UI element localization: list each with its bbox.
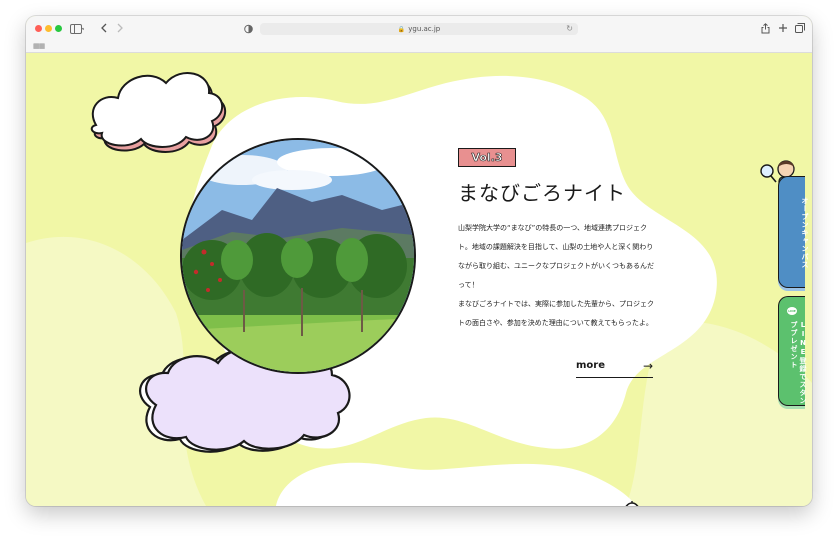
cloud-top-left	[90, 72, 227, 153]
close-window-button[interactable]	[35, 25, 42, 32]
share-icon[interactable]	[761, 23, 770, 36]
sidebar-icon[interactable]	[70, 24, 85, 36]
feature-description: 山梨学院大学の“まなび”の特長の一つ、地域連携プロジェクト。地域の課題解決を目指…	[458, 219, 658, 333]
open-campus-label: オープンキャンパス	[801, 197, 809, 269]
browser-window: 🔒 ygu.ac.jp ↻ ▦▦ Vol.3 まなびごろナイト 山梨学院大学の“…	[26, 16, 812, 506]
grid-icon[interactable]: ▦▦	[33, 42, 45, 50]
volume-badge: Vol.3	[458, 148, 516, 167]
zoom-window-button[interactable]	[55, 25, 62, 32]
reload-icon[interactable]: ↻	[566, 23, 573, 35]
shield-icon[interactable]	[244, 24, 253, 36]
description-paragraph-1: 山梨学院大学の“まなび”の特長の一つ、地域連携プロジェクト。地域の課題解決を目指…	[458, 224, 654, 289]
new-tab-icon[interactable]	[778, 23, 788, 35]
arrow-right-icon: →	[642, 359, 653, 373]
more-label: more	[576, 360, 606, 371]
line-signup-label: LINE登録でスタンププレゼント	[790, 321, 807, 405]
background-shapes	[26, 72, 812, 506]
vineyard-photo	[180, 138, 416, 374]
forward-icon[interactable]	[116, 23, 124, 35]
character-figure-icon	[625, 501, 639, 506]
feature-title: まなびごろナイト	[458, 181, 626, 205]
tabs-overview-icon[interactable]	[795, 23, 805, 35]
white-blob-bottom	[276, 462, 636, 506]
page-content: Vol.3 まなびごろナイト 山梨学院大学の“まなび”の特長の一つ、地域連携プロ…	[26, 53, 812, 506]
line-chat-icon: LINE	[787, 307, 797, 315]
browser-toolbar: 🔒 ygu.ac.jp ↻ ▦▦	[26, 16, 812, 53]
lock-icon: 🔒	[397, 26, 406, 33]
line-signup-tab[interactable]: LINE LINE登録でスタンププレゼント	[778, 296, 807, 406]
more-link[interactable]: more →	[576, 359, 653, 378]
url-text: ygu.ac.jp	[408, 25, 441, 33]
description-paragraph-2: まなびごろナイトでは、実際に参加した先輩から、プロジェクトの面白さや、参加を決め…	[458, 300, 654, 327]
minimize-window-button[interactable]	[45, 25, 52, 32]
back-icon[interactable]	[100, 23, 108, 35]
open-campus-tab[interactable]: オープンキャンパス	[778, 176, 809, 288]
address-bar[interactable]: 🔒 ygu.ac.jp ↻	[260, 23, 578, 35]
